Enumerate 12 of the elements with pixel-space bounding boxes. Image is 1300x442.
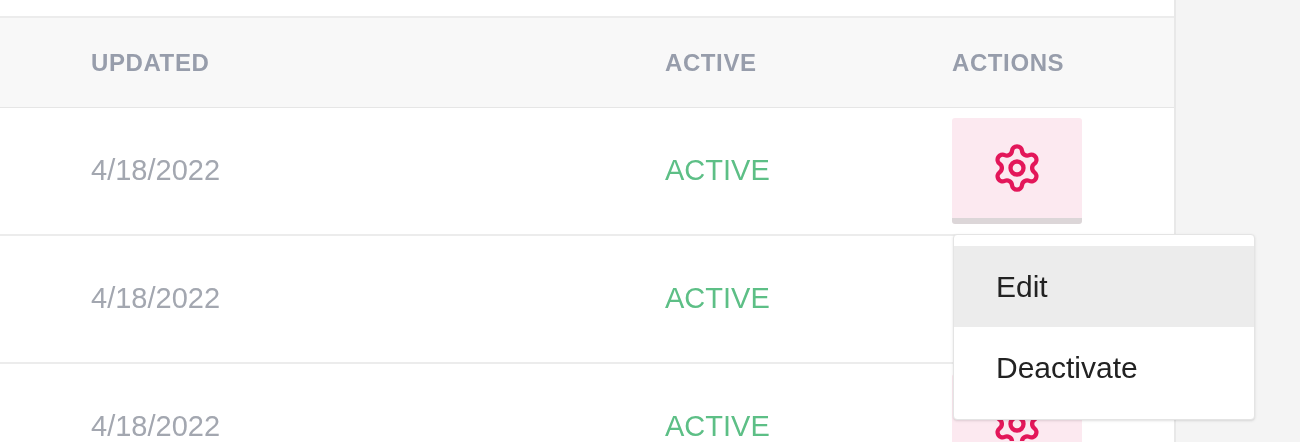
status-cell-text: ACTIVE — [665, 409, 770, 442]
status-cell-text: ACTIVE — [665, 281, 770, 317]
column-header: UPDATED — [91, 47, 210, 78]
settings-button[interactable] — [952, 118, 1082, 224]
menu-item[interactable]: Edit — [954, 246, 1254, 327]
status-cell-text: ACTIVE — [665, 153, 770, 189]
column-header: ACTIONS — [952, 47, 1065, 78]
column-header: ACTIVE — [665, 47, 757, 78]
date-cell-text: 4/18/2022 — [91, 409, 220, 442]
date-cell-text: 4/18/2022 — [91, 153, 220, 189]
menu-item[interactable]: Deactivate — [954, 327, 1254, 408]
date-cell-text: 4/18/2022 — [91, 281, 220, 317]
